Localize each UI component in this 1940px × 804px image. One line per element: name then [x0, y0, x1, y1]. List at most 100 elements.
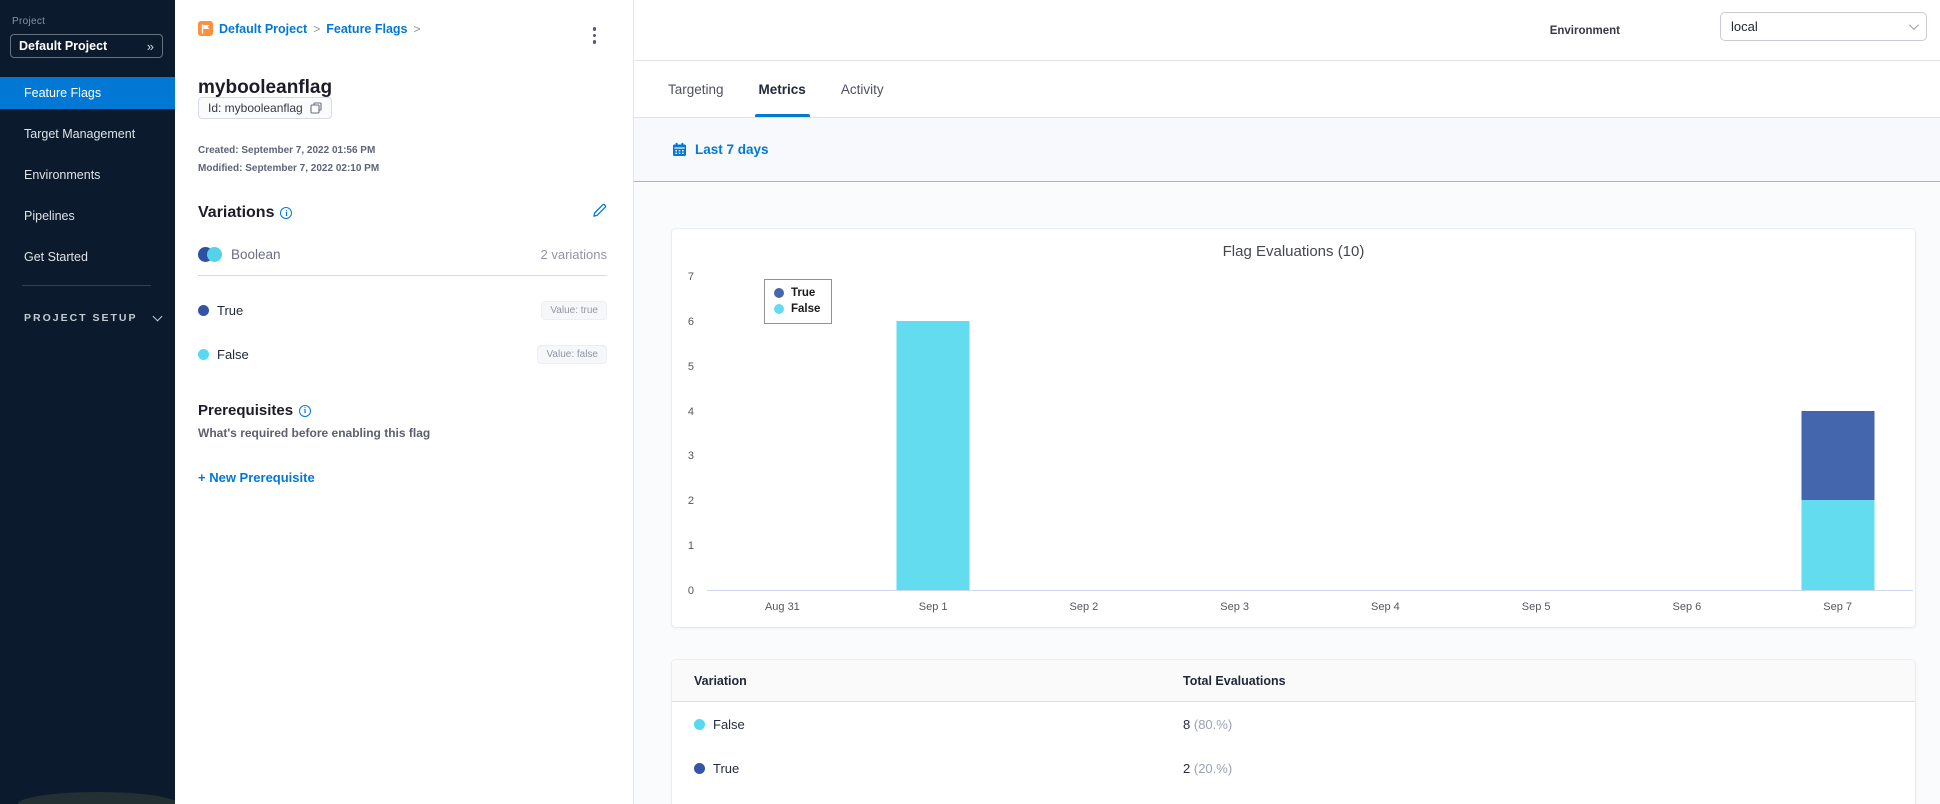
sidebar-item-environments[interactable]: Environments — [0, 159, 175, 191]
evaluations-table-card: Variation Total Evaluations False 8 (80.… — [672, 660, 1915, 804]
bar-true-sep-7 — [1801, 410, 1875, 501]
y-tick-1: 1 — [687, 540, 694, 553]
flag-id-text: Id: mybooleanflag — [208, 101, 303, 115]
breadcrumb: Default Project > Feature Flags > — [198, 21, 421, 36]
table-row-true: True 2 (20.%) — [672, 746, 1915, 790]
environment-label: Environment — [1549, 25, 1620, 37]
prerequisites-info-icon[interactable]: i — [299, 404, 312, 417]
copy-icon[interactable] — [310, 102, 322, 114]
chart-title: Flag Evaluations (10) — [1222, 243, 1365, 260]
tab-metrics[interactable]: Metrics — [754, 61, 811, 117]
table-header-total: Total Evaluations — [1183, 673, 1286, 688]
bar-false-sep-1 — [896, 320, 970, 590]
table-row-false: False 8 (80.%) — [672, 702, 1915, 746]
true-row-name: True — [713, 760, 740, 776]
x-tick-7: Sep 7 — [1823, 601, 1852, 613]
chart-x-axis-labels: Aug 31 Sep 1 Sep 2 Sep 3 Sep 4 Sep 5 Sep 6 Sep … — [707, 601, 1913, 613]
x-tick-3: Sep 3 — [1220, 601, 1249, 613]
boolean-type-icon — [198, 247, 222, 262]
flag-sections: Variations i Boolean 2 variations True V… — [198, 203, 607, 487]
variations-info-icon[interactable]: i — [280, 207, 293, 219]
feature-flags-module-icon — [198, 21, 213, 36]
chart-column-0 — [707, 277, 858, 590]
main-panel: Environment local Targeting Metrics Acti… — [634, 0, 1940, 804]
tab-targeting[interactable]: Targeting — [668, 61, 724, 117]
environment-bar: Environment local — [634, 0, 1940, 61]
breadcrumb-feature-flags-link[interactable]: Feature Flags — [326, 22, 407, 36]
flag-modified: Modified: September 7, 2022 02:10 PM — [198, 163, 380, 174]
sidebar-item-get-started[interactable]: Get Started — [0, 241, 175, 273]
true-variation-dot — [198, 305, 209, 316]
environment-select[interactable]: local — [1720, 12, 1927, 41]
flag-detail-panel: Default Project > Feature Flags > mybool… — [175, 0, 634, 804]
chart-column-3 — [1159, 277, 1310, 590]
true-variation-name: True — [217, 303, 244, 318]
y-tick-5: 5 — [687, 360, 694, 373]
flag-meta: Created: September 7, 2022 01:56 PM Modi… — [198, 142, 379, 178]
edit-variations-icon[interactable] — [592, 203, 607, 223]
prerequisites-subtitle: What's required before enabling this fla… — [198, 426, 431, 440]
prerequisites-heading: Prerequisites — [198, 402, 294, 419]
project-expand-icon[interactable]: » — [147, 39, 154, 54]
chart-column-7 — [1762, 277, 1913, 590]
true-row-dot — [694, 762, 705, 774]
x-tick-5: Sep 5 — [1521, 601, 1551, 613]
sidebar: Project Default Project » Feature Flags … — [0, 0, 178, 804]
false-row-dot — [694, 718, 705, 730]
y-tick-0: 0 — [687, 585, 694, 597]
variation-row-false: False Value: false — [198, 345, 607, 364]
y-tick-7: 7 — [687, 271, 694, 283]
help-widget-blob — [18, 792, 178, 804]
project-selector[interactable]: Default Project » — [10, 34, 163, 58]
y-tick-3: 3 — [687, 450, 694, 463]
flag-options-menu-icon[interactable] — [590, 24, 600, 47]
date-range-filter[interactable]: Last 7 days — [672, 142, 769, 157]
project-name: Default Project — [19, 39, 108, 53]
false-row-percent: (80.%) — [1193, 716, 1233, 732]
chart-column-6 — [1612, 277, 1763, 590]
false-row-total: 8 — [1183, 716, 1191, 732]
tab-activity[interactable]: Activity — [841, 61, 884, 117]
bar-false-sep-7 — [1801, 500, 1875, 590]
chevron-down-icon — [1908, 20, 1919, 31]
false-variation-dot — [198, 349, 209, 360]
table-header-row: Variation Total Evaluations — [672, 660, 1915, 702]
app-window: Project Default Project » Feature Flags … — [0, 0, 1940, 804]
chart-column-1 — [858, 277, 1009, 590]
environment-value: local — [1731, 19, 1758, 34]
project-label: Project — [12, 16, 46, 27]
sidebar-divider — [22, 285, 151, 286]
true-value-chip: Value: true — [541, 301, 607, 320]
sidebar-item-feature-flags[interactable]: Feature Flags — [0, 77, 175, 109]
new-prerequisite-button[interactable]: + New Prerequisite — [198, 470, 315, 485]
true-row-total: 2 — [1183, 760, 1191, 776]
variation-row-true: True Value: true — [198, 301, 607, 320]
true-row-percent: (20.%) — [1193, 760, 1233, 776]
x-tick-0: Aug 31 — [764, 601, 800, 613]
breadcrumb-separator-2: > — [413, 21, 421, 36]
chart-y-axis: 0 1 2 3 4 5 6 7 — [672, 271, 700, 597]
sidebar-item-pipelines[interactable]: Pipelines — [0, 200, 175, 232]
x-tick-6: Sep 6 — [1672, 601, 1702, 613]
breadcrumb-project-link[interactable]: Default Project — [219, 22, 307, 36]
false-value-chip: Value: false — [537, 345, 607, 364]
chart-plot: True False — [707, 277, 1913, 591]
tab-bar: Targeting Metrics Activity — [634, 61, 1940, 118]
x-tick-1: Sep 1 — [918, 601, 948, 613]
variation-type-row: Boolean 2 variations — [198, 247, 607, 276]
chart-column-5 — [1461, 277, 1612, 590]
calendar-icon — [672, 142, 687, 157]
y-tick-2: 2 — [687, 495, 694, 508]
false-variation-name: False — [217, 347, 249, 362]
filter-strip: Last 7 days — [634, 118, 1940, 182]
flag-title: mybooleanflag — [198, 76, 333, 98]
breadcrumb-separator: > — [313, 21, 321, 36]
sidebar-item-target-management[interactable]: Target Management — [0, 118, 175, 150]
project-setup-label: PROJECT SETUP — [24, 312, 138, 324]
chevron-down-icon — [152, 311, 162, 322]
flag-id-chip: Id: mybooleanflag — [198, 97, 332, 119]
y-tick-6: 6 — [687, 315, 694, 328]
variation-count: 2 variations — [540, 247, 607, 262]
project-setup-toggle[interactable]: PROJECT SETUP — [24, 311, 175, 324]
x-tick-4: Sep 4 — [1371, 601, 1400, 613]
